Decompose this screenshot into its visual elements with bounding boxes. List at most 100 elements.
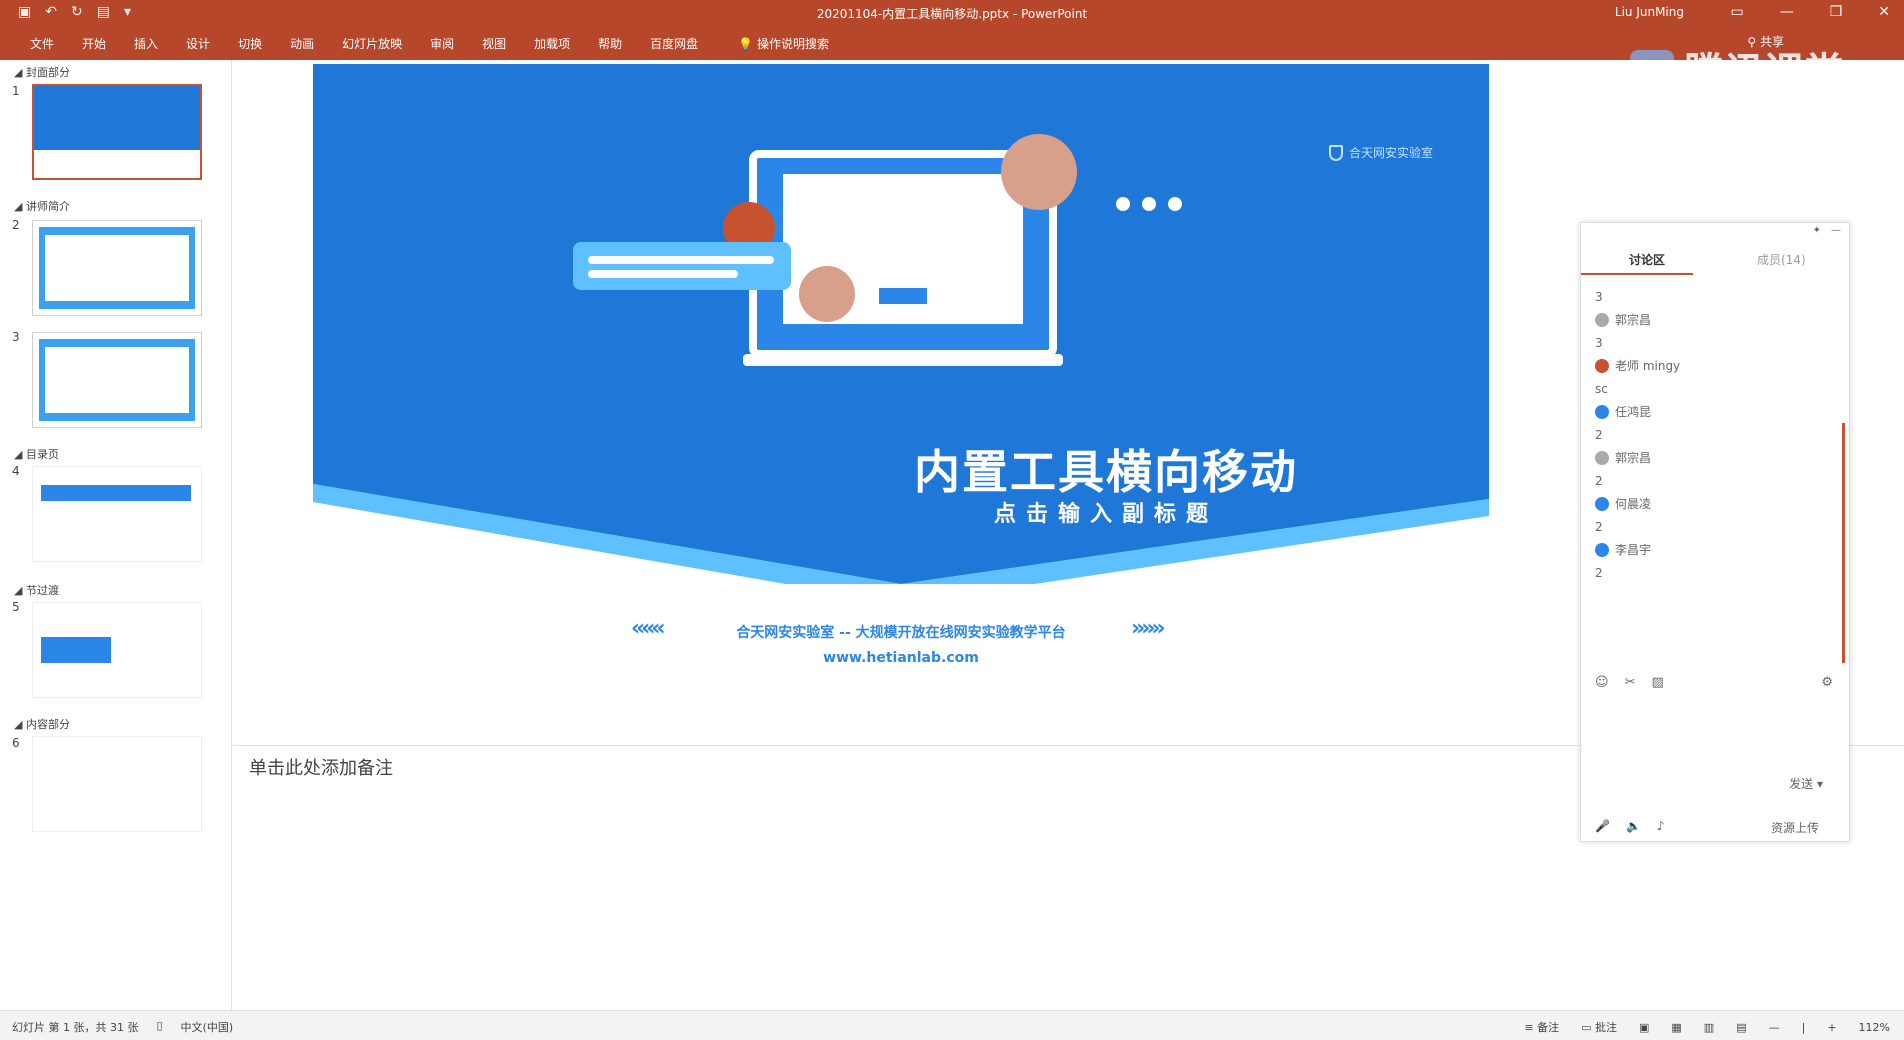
scissors-icon[interactable]: ✂ [1625,675,1636,690]
tab-insert[interactable]: 插入 [120,35,172,52]
microphone-icon[interactable]: 🎤 [1595,819,1610,833]
tab-view[interactable]: 视图 [468,35,520,52]
image-icon[interactable]: ▨ [1651,675,1663,690]
music-icon[interactable]: ♪ [1657,819,1665,833]
laptop-base [743,354,1063,366]
slide-number: 2 [12,218,20,232]
slide-number: 6 [12,736,20,750]
speech-bubble [573,242,791,290]
zoom-in-icon[interactable]: + [1827,1021,1836,1034]
ribbon: 文件 开始 插入 设计 切换 动画 幻灯片放映 审阅 视图 加载项 帮助 百度网… [0,26,1904,60]
slide-thumbnail-2[interactable] [32,220,202,316]
tab-slideshow[interactable]: 幻灯片放映 [328,35,416,52]
title-bar: ▣ ↶ ↻ ▤ ▾ 20201104-内置工具横向移动.pptx - Power… [0,0,1904,26]
section-content[interactable]: ◢ 内容部分 [14,716,70,732]
notes-placeholder[interactable]: 单击此处添加备注 [249,754,393,780]
pin-icon[interactable]: ✦ [1813,225,1821,236]
tab-addins[interactable]: 加载项 [520,35,584,52]
send-button[interactable]: 发送 ▾ [1789,775,1823,792]
status-bar: 幻灯片 第 1 张，共 31 张 ▯ 中文(中国) ≡ 备注 ▭ 批注 ▣ ▦ … [0,1010,1904,1040]
slide-subtitle[interactable]: 点击输入副标题 [313,496,1489,528]
tab-animations[interactable]: 动画 [276,35,328,52]
accessibility-icon[interactable]: ▯ [156,1019,162,1035]
restore-icon[interactable]: ❐ [1830,4,1843,20]
thumb-inner [45,235,189,301]
slide-thumbnail-1[interactable] [32,84,202,180]
thumb-inner [45,347,189,413]
tab-home[interactable]: 开始 [68,35,120,52]
thumb-bar [41,485,191,501]
thumb-frame [39,339,195,421]
slide-thumbnail-4[interactable] [32,466,202,562]
reading-view-icon[interactable]: ▥ [1704,1021,1714,1034]
slide-title[interactable]: 内置工具横向移动 [313,436,1489,502]
status-right: ≡ 备注 ▭ 批注 ▣ ▦ ▥ ▤ — | + 112% [1524,1019,1890,1035]
notes-button[interactable]: ≡ 备注 [1524,1019,1559,1035]
list-item: 老师 mingy [1595,354,1835,377]
section-cover[interactable]: ◢ 封面部分 [14,64,70,80]
lab-logo: 合天网安实验室 [1329,144,1433,161]
tab-design[interactable]: 设计 [172,35,224,52]
slide-thumbnail-3[interactable] [32,332,202,428]
current-slide[interactable]: 合天网安实验室 内置工具横向移动 点击输入副标题 ««« »»» 合天网安实验室… [313,64,1489,724]
window-controls: ▭ — ❐ ✕ [1730,4,1890,20]
discussion-panel: ✦ — 讨论区 成员(14) 3 郭宗昌 3 老师 mingy sc 任鸿昆 2… [1580,222,1850,842]
list-item: 郭宗昌 [1595,446,1835,469]
avatar [1595,358,1609,373]
zoom-out-icon[interactable]: — [1769,1021,1780,1034]
list-item: 3 [1595,335,1603,350]
chat-toolbar: ☺ ✂ ▨ [1595,675,1835,690]
minimize-icon[interactable]: — [1780,4,1794,20]
list-item: 郭宗昌 [1595,308,1835,331]
normal-view-icon[interactable]: ▣ [1639,1021,1649,1034]
ribbon-display-icon[interactable]: ▭ [1730,4,1743,20]
tell-me-search[interactable]: 💡 操作说明搜索 [724,35,843,52]
tab-review[interactable]: 审阅 [416,35,468,52]
slideshow-icon[interactable]: ▤ [1736,1021,1746,1034]
thumb-bar [41,637,111,663]
tab-underline [1581,273,1693,275]
settings-icon[interactable]: ⚙ [1821,675,1833,690]
section-toc[interactable]: ◢ 目录页 [14,446,59,462]
tab-baidu[interactable]: 百度网盘 [636,35,712,52]
resource-upload-button[interactable]: 资源上传 [1771,819,1819,836]
user-name[interactable]: Liu JunMing [1615,5,1684,19]
avatar [1595,450,1609,465]
panel-tabs: 讨论区 成员(14) [1581,243,1849,275]
lab-logo-text: 合天网安实验室 [1349,146,1434,160]
slide-thumbnail-5[interactable] [32,602,202,698]
section-transition[interactable]: ◢ 节过渡 [14,582,59,598]
list-item: 任鸿昆 [1595,400,1835,423]
zoom-slider[interactable]: | [1802,1021,1806,1034]
avatar [1595,312,1609,327]
language-indicator[interactable]: 中文(中国) [181,1019,234,1035]
comments-button[interactable]: ▭ 批注 [1581,1019,1617,1035]
bubble-line [588,256,774,264]
tab-file[interactable]: 文件 [16,35,68,52]
tab-members[interactable]: 成员(14) [1757,251,1806,268]
section-instructor[interactable]: ◢ 讲师简介 [14,198,70,214]
slide-sorter-icon[interactable]: ▦ [1671,1021,1681,1034]
tab-help[interactable]: 帮助 [584,35,636,52]
list-item: 李昌宇 [1595,538,1835,561]
slide-footer-url: www.hetianlab.com [823,650,979,666]
list-item: 2 [1595,519,1603,534]
message-list: 3 郭宗昌 3 老师 mingy sc 任鸿昆 2 郭宗昌 2 何晨凌 2 李昌… [1595,285,1835,584]
zoom-level[interactable]: 112% [1859,1021,1890,1034]
slide-thumbnails-pane: ◢ 封面部分 1 ◢ 讲师简介 2 3 ◢ 目录页 4 ◢ 节过渡 5 ◢ 内容… [0,60,232,1010]
dot [1142,197,1156,211]
tab-discussion[interactable]: 讨论区 [1629,251,1665,268]
list-item: 3 [1595,289,1603,304]
ribbon-tabs: 文件 开始 插入 设计 切换 动画 幻灯片放映 审阅 视图 加载项 帮助 百度网… [16,35,843,52]
dot [1116,197,1130,211]
scrollbar[interactable] [1842,423,1845,663]
status-left: 幻灯片 第 1 张，共 31 张 ▯ 中文(中国) [12,1019,233,1035]
speaker-icon[interactable]: 🔈 [1626,819,1641,833]
panel-minimize-icon[interactable]: — [1831,225,1841,236]
close-icon[interactable]: ✕ [1878,4,1890,20]
tab-transitions[interactable]: 切换 [224,35,276,52]
slide-thumbnail-6[interactable] [32,736,202,832]
list-item: 2 [1595,427,1603,442]
audio-tools: 🎤 🔈 ♪ [1595,819,1665,833]
emoji-icon[interactable]: ☺ [1595,675,1609,690]
